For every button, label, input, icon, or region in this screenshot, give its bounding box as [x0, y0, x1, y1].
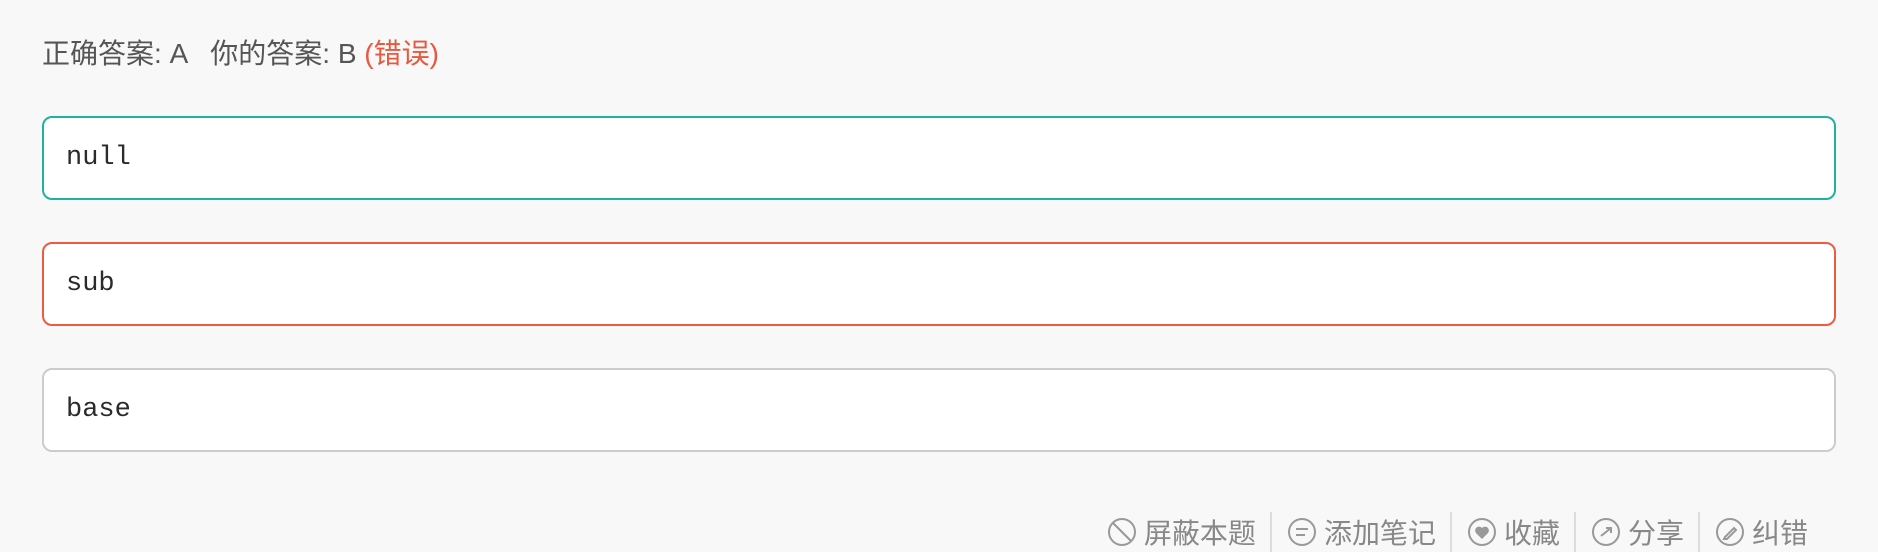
add-note-button[interactable]: 添加笔记 — [1269, 512, 1450, 552]
option-a[interactable]: null — [42, 116, 1836, 200]
block-question-label: 屏蔽本题 — [1143, 518, 1256, 549]
note-icon — [1287, 518, 1316, 546]
report-error-icon — [1715, 518, 1744, 546]
favorite-button[interactable]: 收藏 — [1449, 512, 1574, 552]
share-button[interactable]: 分享 — [1573, 512, 1698, 552]
correct-answer-label: 正确答案: — [42, 38, 170, 69]
answer-summary: 正确答案: A 你的答案: B (错误) — [42, 36, 439, 72]
option-text: null — [66, 143, 131, 173]
option-c[interactable]: base — [42, 368, 1836, 452]
option-text: sub — [66, 269, 115, 299]
favorite-icon — [1467, 518, 1496, 546]
block-icon — [1107, 518, 1136, 546]
add-note-label: 添加笔记 — [1323, 518, 1436, 549]
question-toolbar: 屏蔽本题 添加笔记 收藏 分享 纠错 — [1092, 512, 1822, 552]
your-answer-value: B — [337, 38, 357, 69]
verdict-badge: (错误) — [364, 38, 439, 69]
block-question-button[interactable]: 屏蔽本题 — [1092, 512, 1270, 552]
correct-answer-value: A — [169, 38, 189, 69]
option-text: base — [66, 395, 131, 425]
share-icon — [1591, 518, 1620, 546]
share-label: 分享 — [1627, 518, 1684, 549]
report-error-label: 纠错 — [1751, 518, 1808, 549]
report-error-button[interactable]: 纠错 — [1697, 512, 1822, 552]
option-b[interactable]: sub — [42, 242, 1836, 326]
your-answer-label: 你的答案: — [210, 38, 338, 69]
favorite-label: 收藏 — [1503, 518, 1560, 549]
